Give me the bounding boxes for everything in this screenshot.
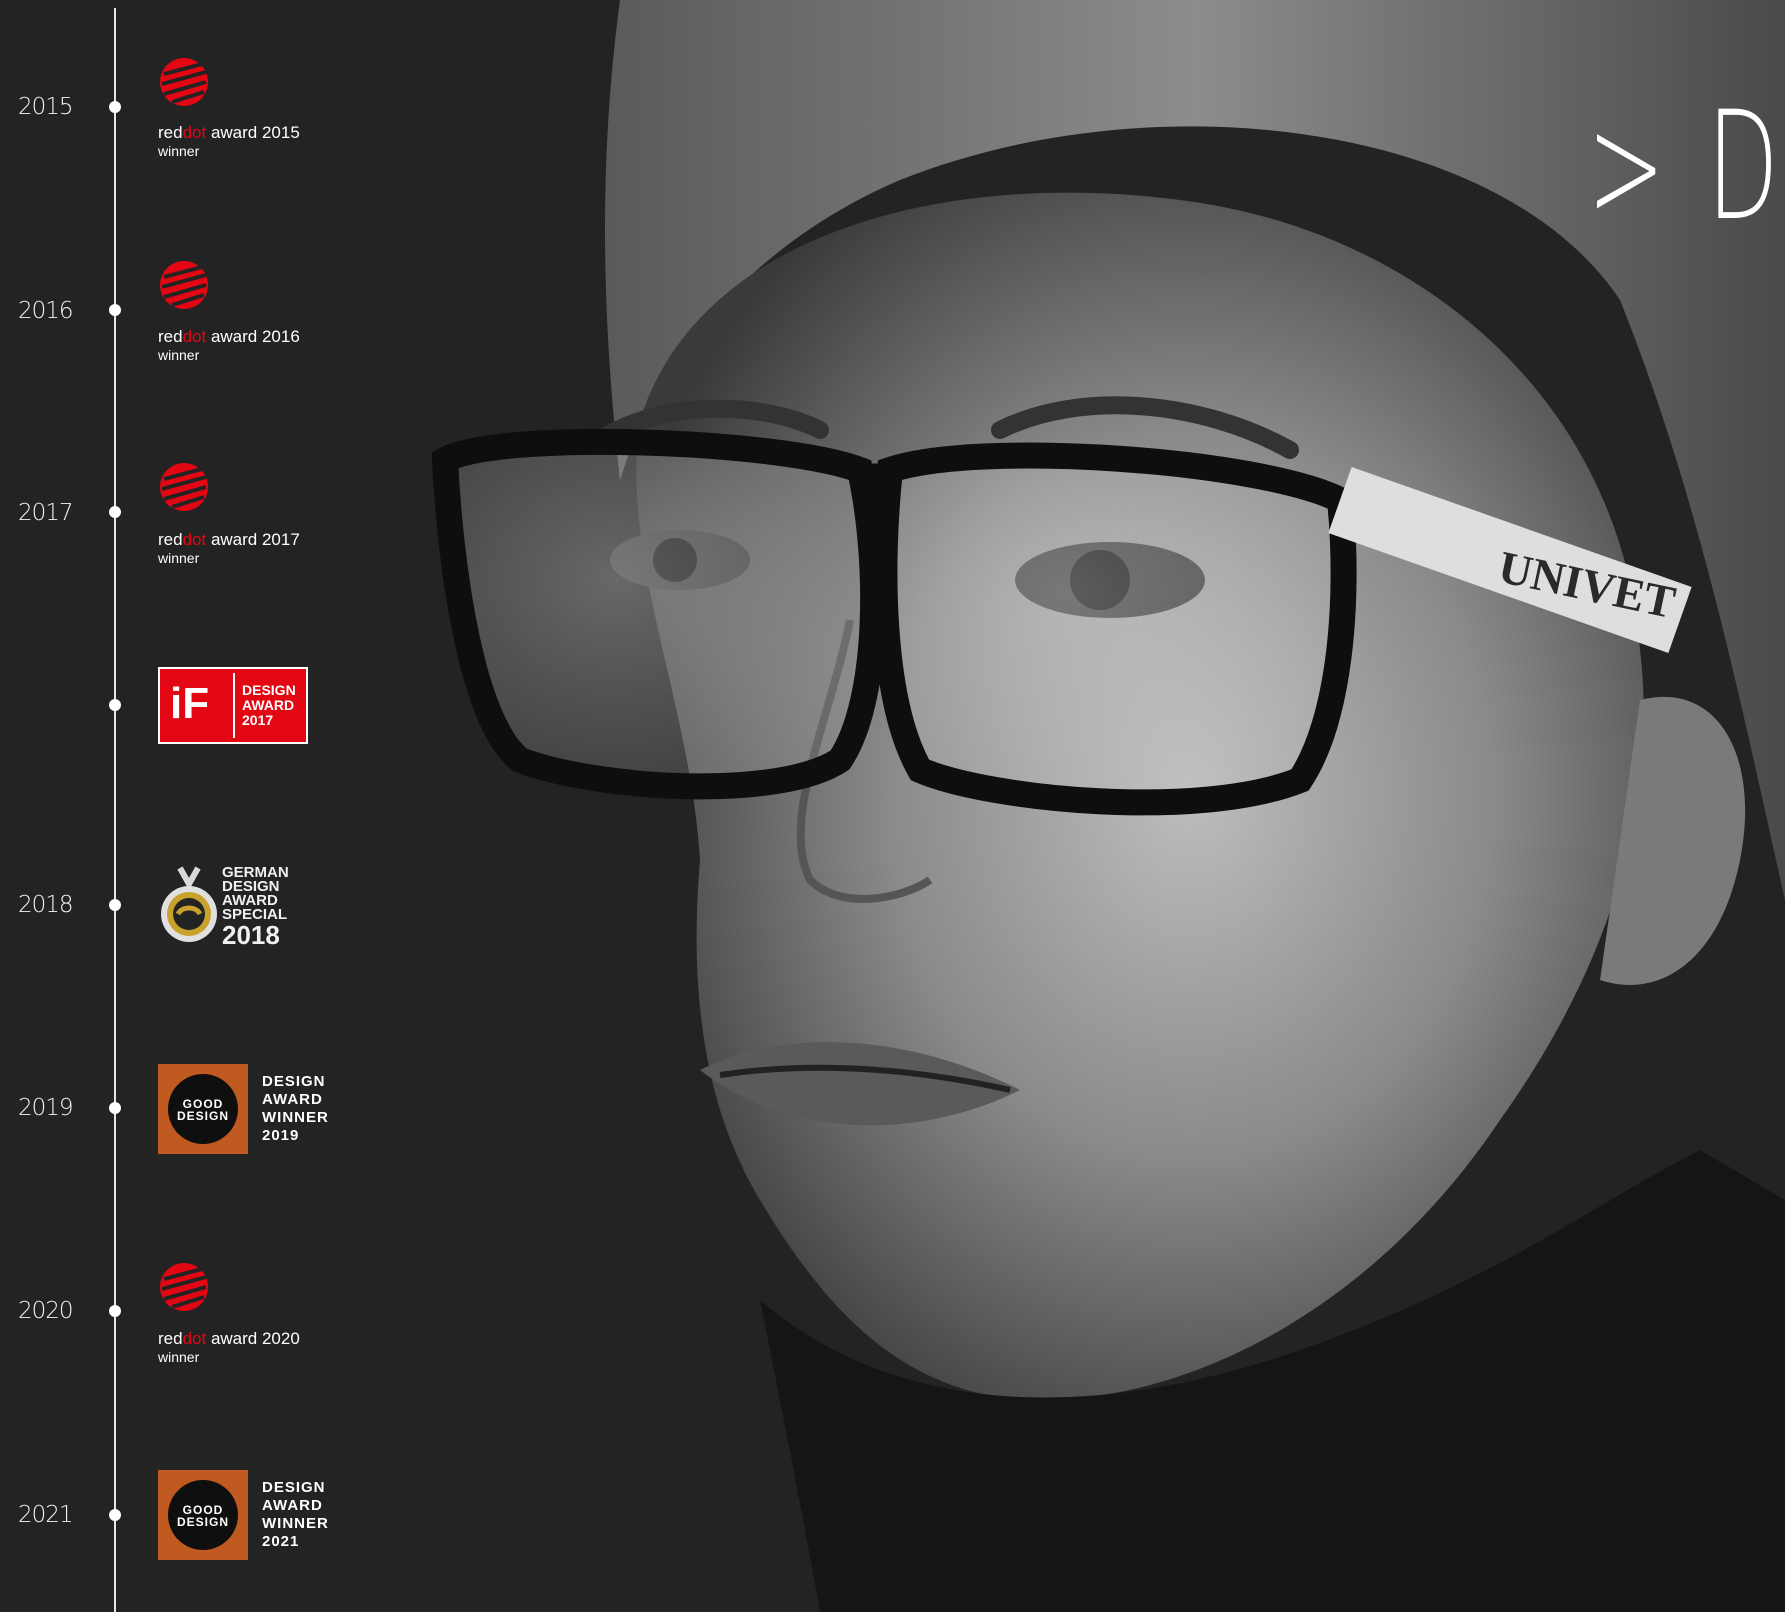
timeline-year: 2015: [18, 94, 74, 120]
reddot-dot-word: dot: [182, 123, 207, 142]
german-design-award-text: GERMAN DESIGN AWARD SPECIAL 2018: [222, 864, 289, 950]
timeline-year: 2021: [18, 1502, 74, 1528]
reddot-logo-icon: [160, 463, 208, 511]
timeline-dot: [109, 506, 121, 518]
reddot-winner-text: winner: [158, 1349, 200, 1365]
timeline-dot: [109, 304, 121, 316]
german-design-award-medal-icon: [161, 866, 217, 942]
reddot-caption: reddot award 2017 winner: [158, 531, 300, 567]
if-design-award-logo: iF DESIGN AWARD 2017: [158, 667, 308, 744]
timeline-year: 2018: [18, 892, 74, 918]
timeline-dot: [109, 1305, 121, 1317]
reddot-red-word: red: [158, 123, 183, 142]
if-award-text: DESIGN AWARD 2017: [242, 682, 296, 728]
reddot-caption: reddot award 2015 winner: [158, 124, 300, 160]
if-separator: [233, 673, 235, 738]
timeline-dot: [109, 699, 121, 711]
reddot-winner-text: winner: [158, 550, 200, 566]
good-design-logo: GOOD DESIGN: [158, 1064, 248, 1154]
timeline-year: 2017: [18, 500, 74, 526]
reddot-winner-text: winner: [158, 347, 200, 363]
if-logo-letters: iF: [170, 679, 210, 728]
reddot-dot-word: dot: [182, 530, 207, 549]
reddot-dot-word: dot: [182, 327, 207, 346]
good-design-award-text: DESIGN AWARD WINNER 2021: [262, 1479, 329, 1550]
reddot-red-word: red: [158, 530, 183, 549]
hero-photo: [0, 0, 1785, 1612]
reddot-logo-icon: [160, 261, 208, 309]
headline: > D: [1587, 80, 1785, 254]
reddot-logo-icon: [160, 1263, 208, 1311]
timeline-dot: [109, 1509, 121, 1521]
timeline-dot: [109, 101, 121, 113]
good-design-award-text: DESIGN AWARD WINNER 2019: [262, 1073, 329, 1144]
reddot-dot-word: dot: [182, 1329, 207, 1348]
timeline-line: [114, 8, 116, 1612]
good-design-logo: GOOD DESIGN: [158, 1470, 248, 1560]
timeline-year: 2016: [18, 298, 74, 324]
reddot-caption: reddot award 2016 winner: [158, 328, 300, 364]
reddot-award-text: award 2017: [206, 530, 300, 549]
reddot-logo-icon: [160, 58, 208, 106]
reddot-winner-text: winner: [158, 143, 200, 159]
reddot-red-word: red: [158, 327, 183, 346]
good-design-circle: GOOD DESIGN: [168, 1480, 238, 1550]
timeline-year: 2019: [18, 1095, 74, 1121]
timeline-dot: [109, 899, 121, 911]
good-design-circle: GOOD DESIGN: [168, 1074, 238, 1144]
reddot-award-text: award 2020: [206, 1329, 300, 1348]
reddot-red-word: red: [158, 1329, 183, 1348]
timeline-year: 2020: [18, 1298, 74, 1324]
reddot-caption: reddot award 2020 winner: [158, 1330, 300, 1366]
reddot-award-text: award 2015: [206, 123, 300, 142]
timeline-dot: [109, 1102, 121, 1114]
reddot-award-text: award 2016: [206, 327, 300, 346]
